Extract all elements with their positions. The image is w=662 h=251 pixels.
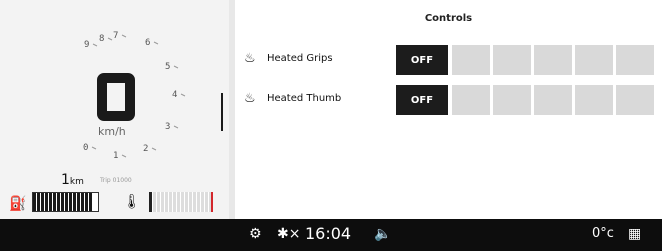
heated-grips-level-1[interactable]: [452, 45, 490, 75]
temperature-bar: [149, 192, 213, 212]
gauge-tick-mark: [180, 93, 186, 97]
gauge-tick-label: 9: [84, 40, 89, 50]
heated-grips-icon: ♨: [244, 51, 256, 66]
heated-thumb-level-4[interactable]: [575, 85, 613, 115]
gauge-tick-label: 4: [172, 90, 177, 100]
heated-thumb-off-button[interactable]: OFF: [396, 85, 448, 115]
dashboard-panel: 9876543210 km/h 1km Trip 01000 ⛽ 🌡: [0, 0, 229, 219]
odometer-unit: km: [69, 177, 84, 187]
fuel-bar-fill: [33, 193, 92, 211]
temperature-redline: [211, 192, 213, 212]
heated-grips-level-4[interactable]: [575, 45, 613, 75]
gauge-tick-mark: [121, 154, 127, 158]
trip-text: Trip 01000: [100, 177, 132, 184]
fuel-pump-icon: ⛽: [9, 196, 27, 212]
gauge-tick-mark: [173, 65, 179, 69]
heated-grips-level-3[interactable]: [534, 45, 572, 75]
coolant-temp-icon: 🌡: [123, 194, 141, 210]
gauge-tick-mark: [121, 34, 127, 38]
heated-grips-label: Heated Grips: [267, 53, 333, 64]
gauge-tick-label: 1: [113, 151, 118, 161]
gauge-tick-label: 6: [145, 38, 150, 48]
status-bar: ⚙ ✱× 16:04 🔈 0°c ▦: [0, 219, 662, 251]
temperature-cursor: [149, 192, 152, 212]
heated-grips-off-button[interactable]: OFF: [396, 45, 448, 75]
gauge-tick-mark: [173, 125, 179, 129]
heated-grips-row[interactable]: ♨ Heated Grips OFF: [235, 45, 662, 75]
controls-panel: Controls ♨ Heated Grips OFF ♨ Heated Thu…: [221, 0, 662, 219]
heated-thumb-level-5[interactable]: [616, 85, 654, 115]
gauge-tick-label: 2: [143, 144, 148, 154]
heated-thumb-row[interactable]: ♨ Heated Thumb OFF: [235, 85, 662, 115]
heated-thumb-level-3[interactable]: [534, 85, 572, 115]
heated-grips-level-2[interactable]: [493, 45, 531, 75]
heated-thumb-label: Heated Thumb: [267, 93, 342, 104]
heated-thumb-icon: ♨: [244, 91, 256, 106]
speed-digit-0: [97, 73, 135, 121]
ambient-temperature: 0°c: [592, 226, 614, 241]
controls-title: Controls: [424, 13, 473, 24]
clock: 16:04: [305, 224, 352, 243]
gauge-tick-label: 7: [113, 31, 118, 41]
heated-thumb-level-2[interactable]: [493, 85, 531, 115]
speed-unit: km/h: [98, 125, 126, 138]
gauge-tick-mark: [91, 146, 97, 150]
settings-icon[interactable]: ⚙: [249, 226, 262, 242]
odometer: 1km: [61, 172, 84, 188]
gauge-tick-label: 8: [99, 34, 104, 44]
gauge-tick-label: 5: [165, 62, 170, 72]
panel-separator: [221, 93, 223, 131]
heated-grips-level-5[interactable]: [616, 45, 654, 75]
gauge-tick-mark: [92, 43, 98, 47]
volume-icon[interactable]: 🔈: [374, 226, 391, 242]
heated-thumb-level-1[interactable]: [452, 85, 490, 115]
gauge-tick-label: 0: [83, 143, 88, 153]
gauge-tick-mark: [107, 37, 113, 41]
fuel-bar: [32, 192, 99, 212]
gauge-tick-mark: [151, 147, 157, 151]
gauge-tick-mark: [153, 41, 159, 45]
bluetooth-off-icon[interactable]: ✱×: [277, 226, 300, 242]
grid-menu-icon[interactable]: ▦: [628, 226, 641, 242]
odometer-value: 1: [61, 172, 70, 188]
gauge-tick-label: 3: [165, 122, 170, 132]
